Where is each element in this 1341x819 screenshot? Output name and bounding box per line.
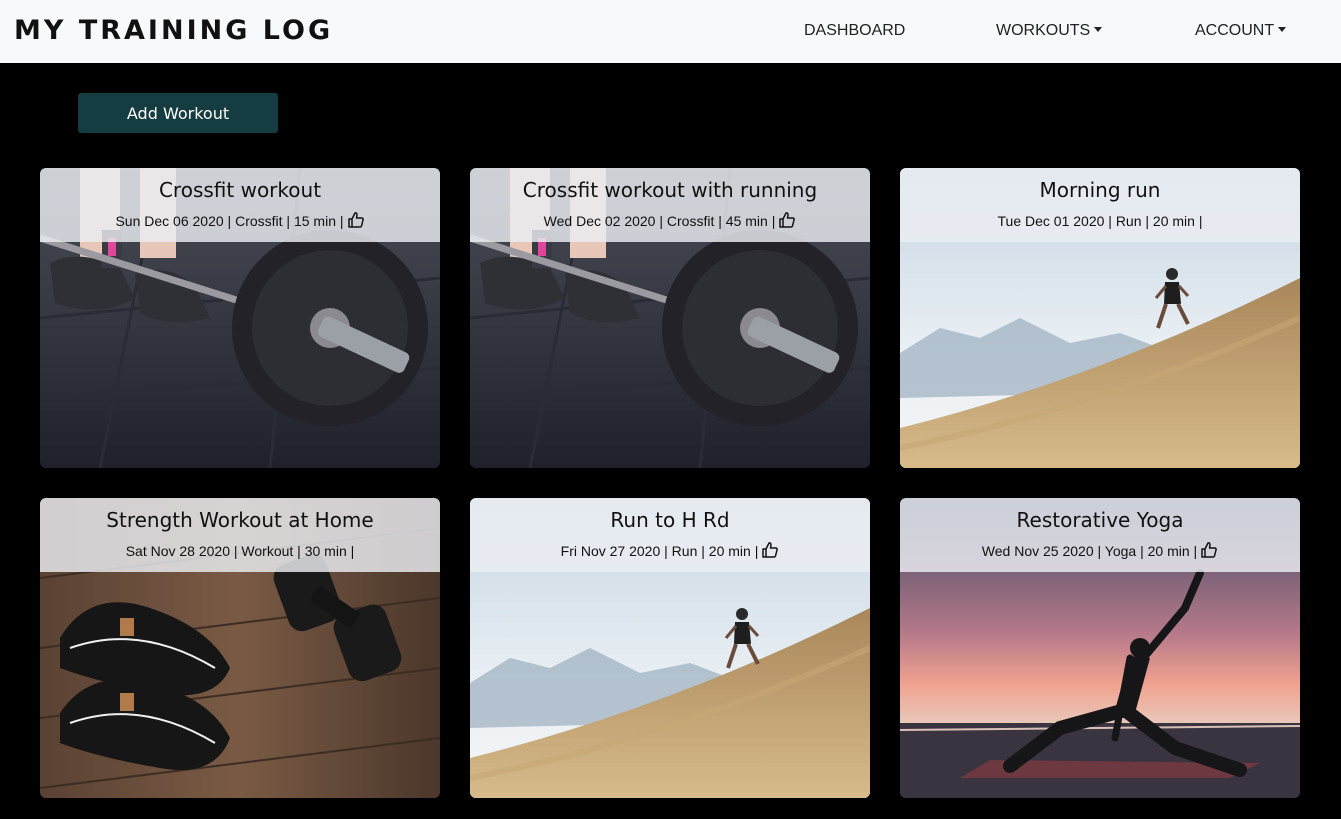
workout-duration: 20 min — [708, 543, 751, 559]
workout-type: Crossfit — [235, 213, 283, 229]
workout-title: Restorative Yoga — [1016, 508, 1184, 532]
workout-card[interactable]: Restorative Yoga Wed Nov 25 2020 | Yoga … — [900, 498, 1300, 798]
thumbs-up-icon[interactable] — [347, 211, 365, 229]
workout-type: Crossfit — [666, 213, 715, 229]
nav-workouts-dropdown[interactable]: WORKOUTS — [996, 20, 1103, 42]
workout-date: Sat Nov 28 2020 — [125, 543, 230, 559]
workout-duration: 30 min — [304, 543, 347, 559]
workout-date: Wed Dec 02 2020 — [543, 213, 656, 229]
workout-title: Run to H Rd — [610, 508, 730, 532]
workout-meta: Wed Dec 02 2020 | Crossfit | 45 min | — [470, 211, 870, 231]
workout-type: Run — [1115, 213, 1142, 229]
workout-meta: Fri Nov 27 2020 | Run | 20 min | — [470, 541, 870, 561]
workout-date: Fri Nov 27 2020 — [560, 543, 661, 559]
brand-logo[interactable]: MY TRAINING LOG — [14, 14, 333, 48]
add-workout-button[interactable]: Add Workout — [78, 93, 278, 133]
nav-account-label: ACCOUNT — [1195, 22, 1275, 39]
workout-duration: 45 min — [725, 213, 768, 229]
workout-card[interactable]: Run to H Rd Fri Nov 27 2020 | Run | 20 m… — [470, 498, 870, 798]
workout-title: Crossfit workout with running — [522, 178, 818, 202]
workout-card[interactable]: Strength Workout at Home Sat Nov 28 2020… — [40, 498, 440, 798]
workout-title: Morning run — [1039, 178, 1161, 202]
thumbs-up-icon[interactable] — [778, 211, 796, 229]
nav-dashboard[interactable]: DASHBOARD — [804, 20, 905, 42]
workout-meta: Sun Dec 06 2020 | Crossfit | 15 min | — [40, 211, 440, 231]
workout-date: Wed Nov 25 2020 — [981, 543, 1094, 559]
workout-meta: Wed Nov 25 2020 | Yoga | 20 min | — [900, 541, 1300, 561]
workout-card[interactable]: Crossfit workout Sun Dec 06 2020 | Cross… — [40, 168, 440, 468]
workout-type: Run — [671, 543, 698, 559]
workout-type: Yoga — [1104, 543, 1137, 559]
workout-date: Tue Dec 01 2020 — [997, 213, 1105, 229]
workout-card[interactable]: Crossfit workout with running Wed Dec 02… — [470, 168, 870, 468]
nav-dashboard-label: DASHBOARD — [804, 22, 906, 39]
workout-meta: Sat Nov 28 2020 | Workout | 30 min | — [125, 543, 355, 559]
chevron-down-icon — [1278, 27, 1287, 32]
thumbs-up-icon[interactable] — [761, 541, 779, 559]
workout-duration: 20 min — [1147, 543, 1190, 559]
nav-account-dropdown[interactable]: ACCOUNT — [1195, 20, 1287, 42]
workout-card[interactable]: Morning run Tue Dec 01 2020 | Run | 20 m… — [900, 168, 1300, 468]
workout-title: Strength Workout at Home — [106, 508, 374, 532]
thumbs-up-icon[interactable] — [1200, 541, 1218, 559]
workout-title: Crossfit workout — [158, 178, 322, 202]
workout-duration: 15 min — [293, 213, 336, 229]
workout-duration: 20 min — [1152, 213, 1195, 229]
workout-date: Sun Dec 06 2020 — [115, 213, 224, 229]
workout-type: Workout — [241, 543, 294, 559]
top-navbar: MY TRAINING LOG DASHBOARD WORKOUTS ACCOU… — [0, 0, 1341, 63]
chevron-down-icon — [1094, 27, 1103, 32]
nav-workouts-label: WORKOUTS — [996, 22, 1091, 39]
workout-meta: Tue Dec 01 2020 | Run | 20 min | — [997, 213, 1203, 229]
